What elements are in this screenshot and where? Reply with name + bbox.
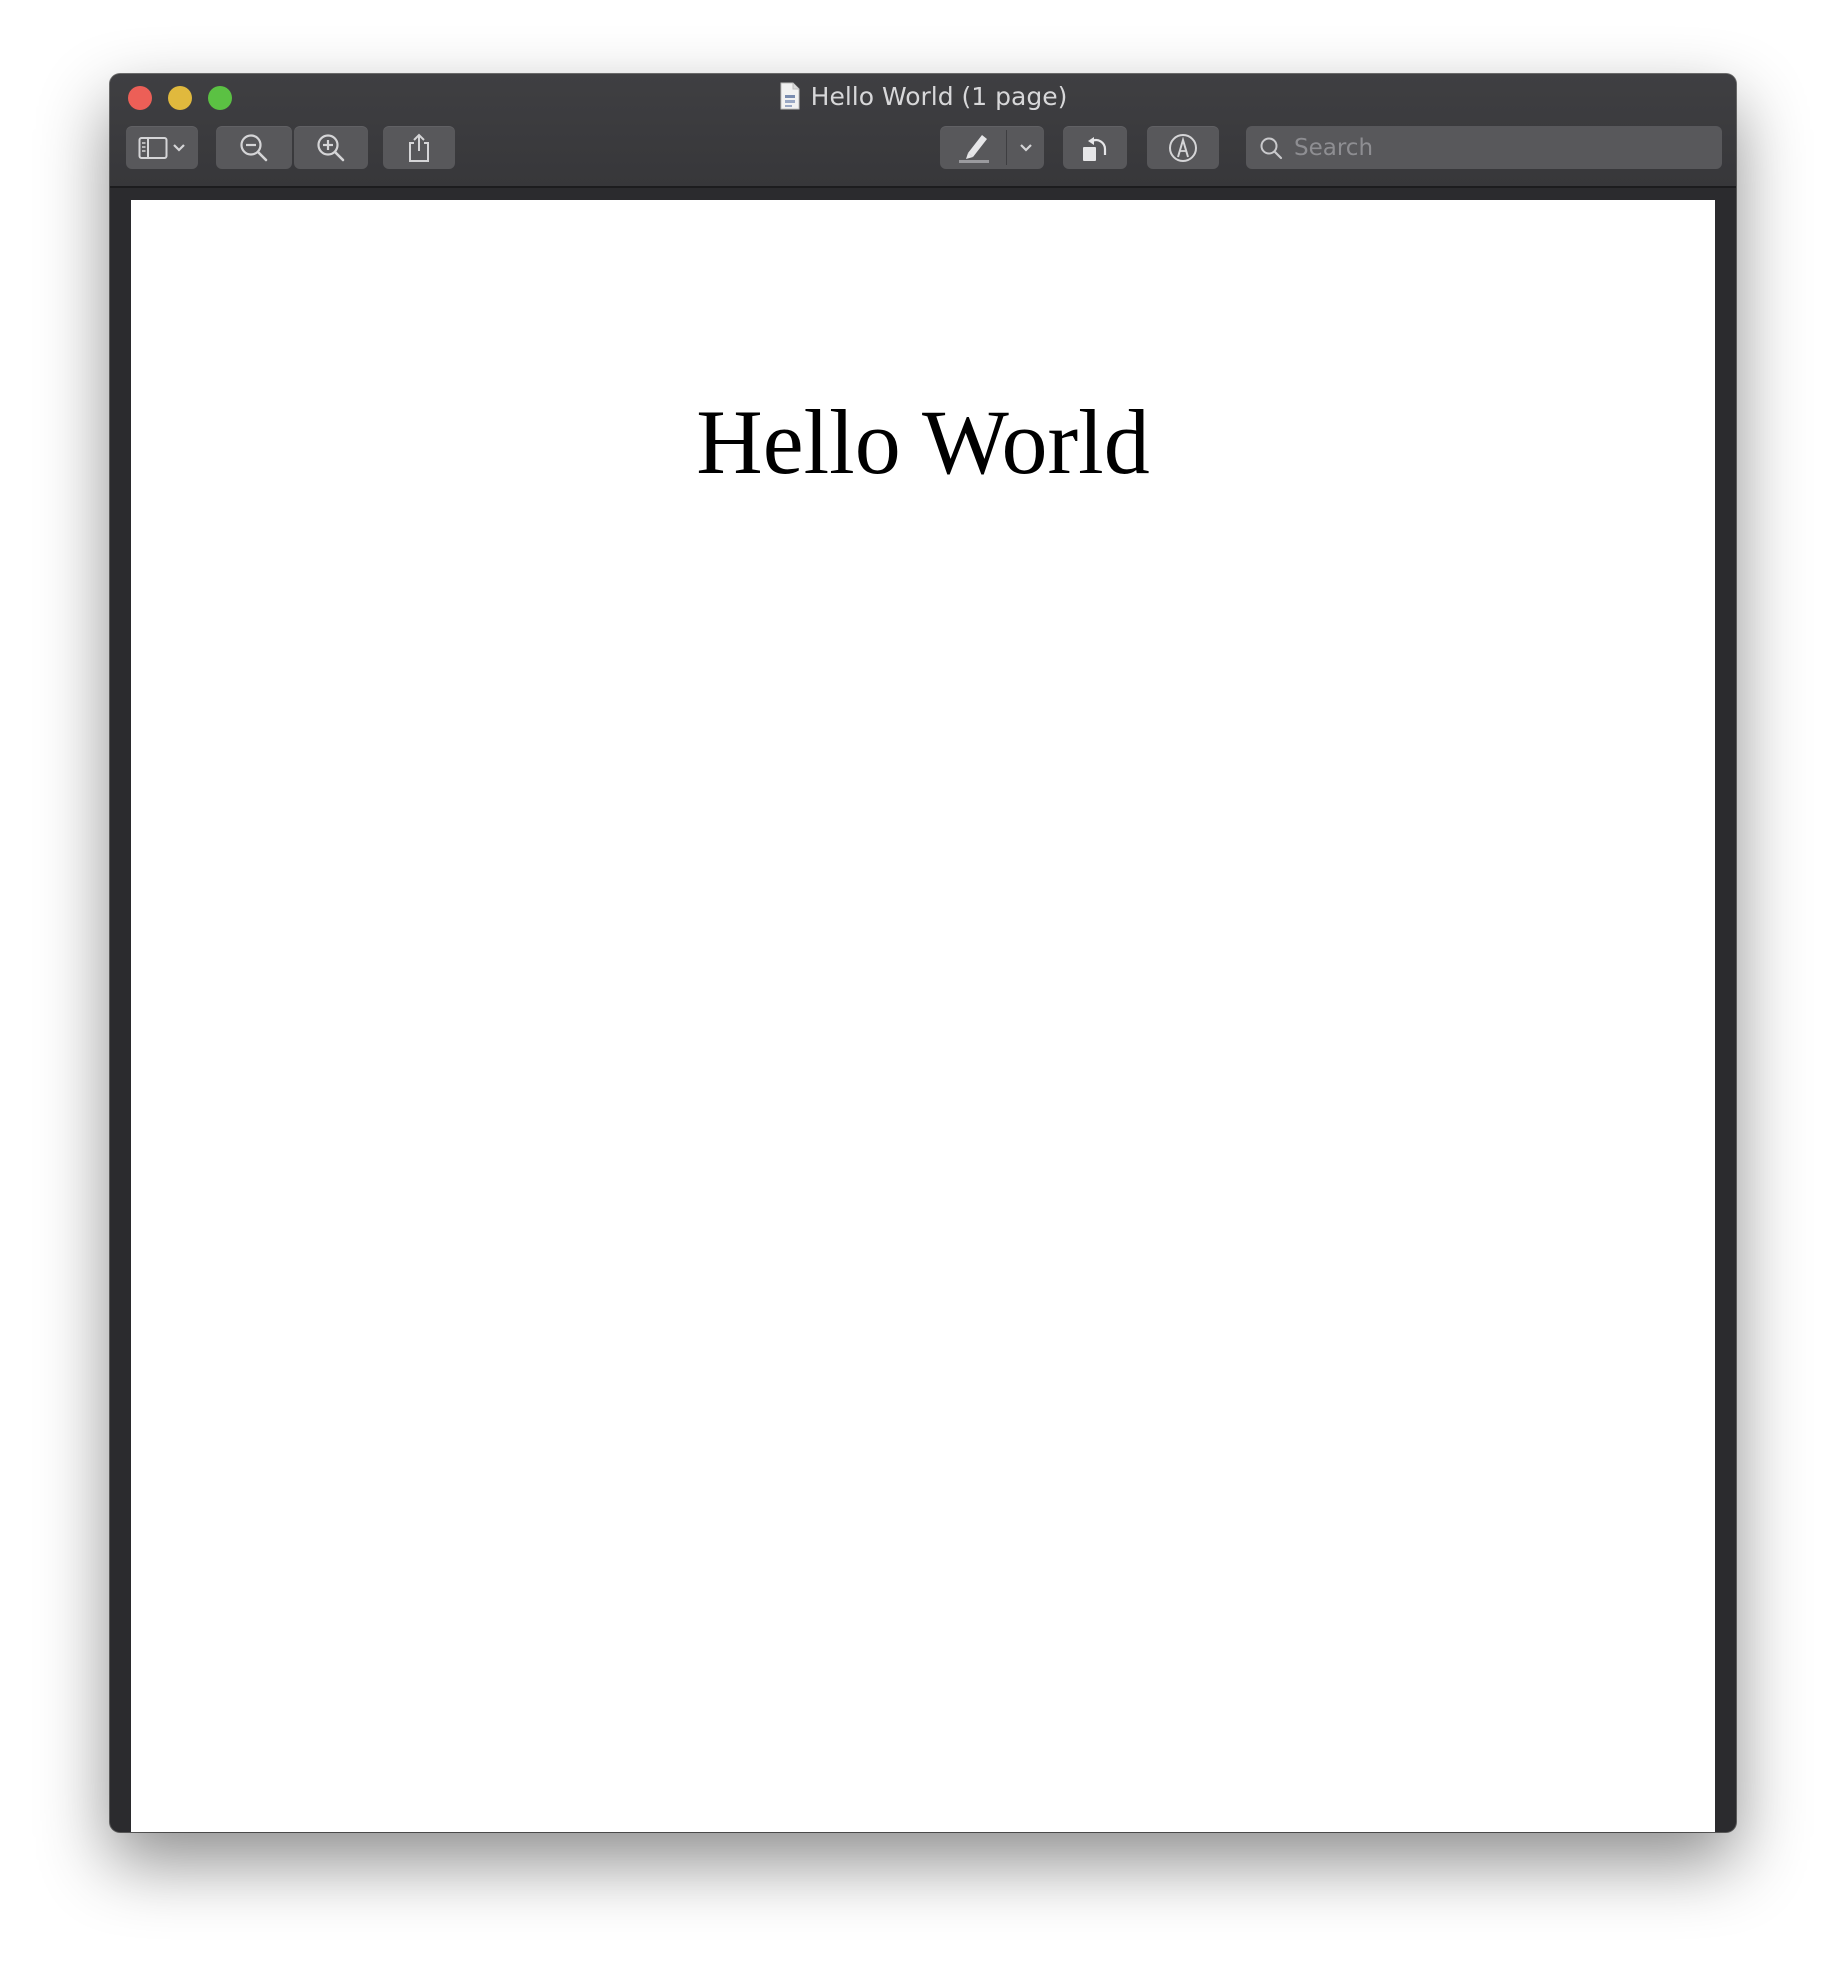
sidebar-icon	[138, 136, 168, 160]
window-title: Hello World (1 page)	[110, 80, 1736, 119]
rotate-button[interactable]	[1063, 126, 1127, 169]
document-heading: Hello World	[696, 391, 1150, 493]
highlighter-icon	[956, 131, 992, 165]
preview-window: Hello World (1 page) Search Hello World	[110, 74, 1736, 1832]
highlight-menu-button[interactable]	[1007, 126, 1044, 169]
window-title-text: Hello World (1 page)	[810, 82, 1068, 111]
markup-icon	[1167, 132, 1199, 164]
search-field[interactable]	[1246, 126, 1722, 169]
search-input[interactable]	[1292, 133, 1716, 162]
sidebar-toggle-button[interactable]	[126, 126, 198, 169]
rotate-left-icon	[1078, 131, 1112, 165]
markup-button[interactable]	[1147, 126, 1219, 169]
chevron-down-icon	[172, 143, 186, 153]
document-page: Hello World	[131, 200, 1715, 1832]
zoom-out-icon	[238, 132, 270, 164]
document-icon	[779, 82, 801, 119]
zoom-out-button[interactable]	[216, 126, 292, 169]
share-icon	[406, 132, 432, 164]
share-button[interactable]	[383, 126, 455, 169]
zoom-in-button[interactable]	[294, 126, 368, 169]
zoom-in-icon	[315, 132, 347, 164]
title-bar[interactable]: Hello World (1 page)	[110, 74, 1736, 188]
highlight-button[interactable]	[940, 126, 1044, 169]
chevron-down-icon	[1019, 143, 1033, 153]
search-icon	[1258, 135, 1284, 161]
